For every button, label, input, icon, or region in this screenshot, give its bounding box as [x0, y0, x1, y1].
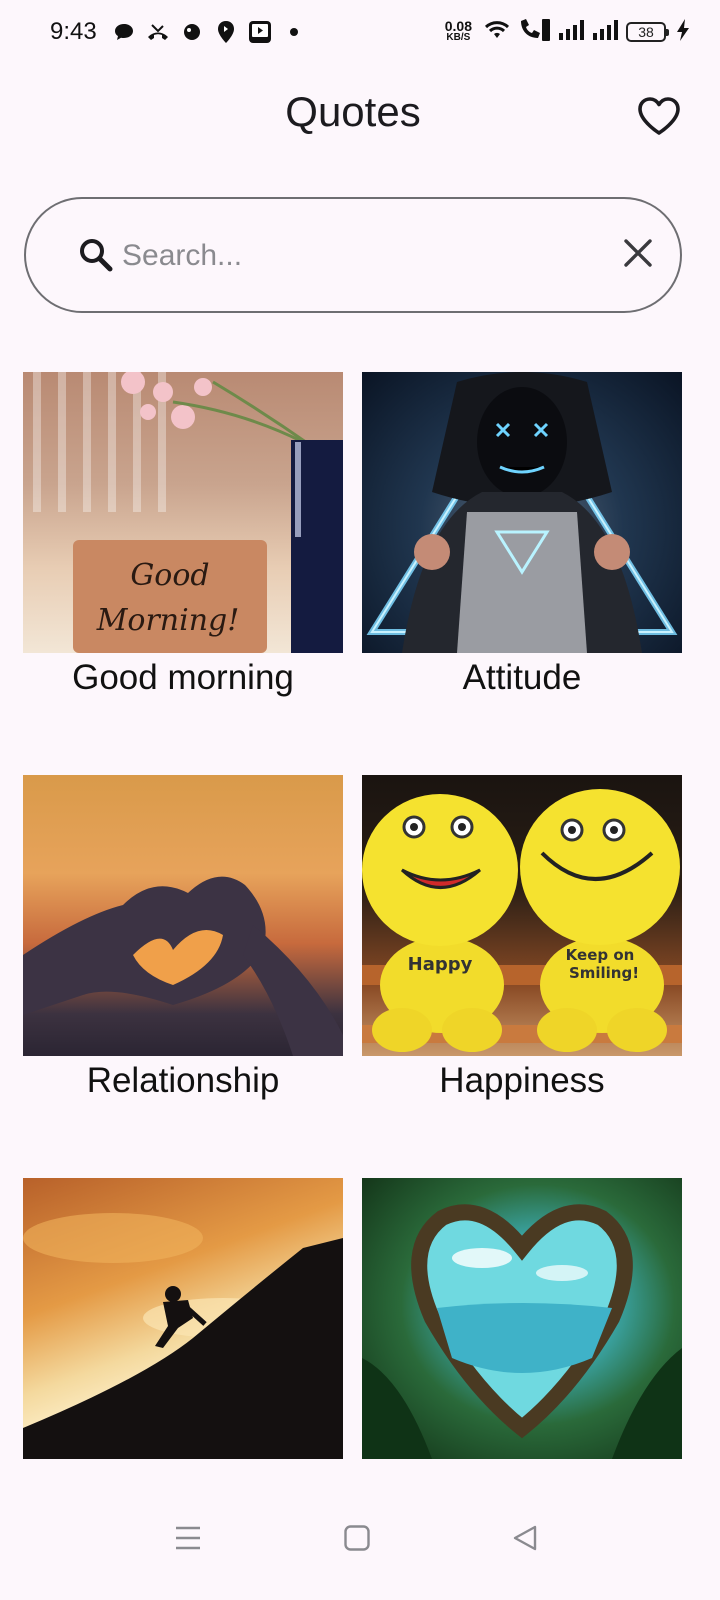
- svg-text:Happy: Happy: [408, 954, 473, 975]
- network-speed-unit: KB/S: [446, 32, 471, 43]
- search-input[interactable]: [120, 229, 604, 283]
- close-icon: [623, 238, 653, 273]
- signal-strength-icon-2: [592, 19, 620, 46]
- category-image-attitude: [362, 372, 682, 653]
- battery-level: 38: [638, 24, 654, 40]
- category-label: Attitude: [462, 658, 582, 697]
- category-label: Happiness: [439, 1061, 605, 1100]
- menu-icon: [173, 1525, 203, 1556]
- home-square-icon: [343, 1524, 371, 1557]
- category-label: Good morning: [72, 658, 294, 697]
- network-speed: 0.08 KB/S: [444, 18, 472, 44]
- app-notification-icon: [180, 20, 204, 44]
- chat-bubble-icon: [112, 20, 136, 44]
- category-tile-happiness[interactable]: Happy Keep on Smiling! Happiness: [362, 775, 682, 1100]
- svg-text:Good: Good: [130, 558, 209, 593]
- dot-icon: [282, 20, 306, 44]
- clear-search-button[interactable]: [616, 233, 660, 277]
- missed-call-icon: [146, 20, 170, 44]
- category-tile-6[interactable]: [362, 1178, 682, 1459]
- wifi-icon: [482, 18, 512, 47]
- charging-bolt-icon: [676, 18, 690, 47]
- category-tile-good-morning[interactable]: Good Morning! Good morning: [23, 372, 343, 697]
- category-image-happiness: Happy Keep on Smiling!: [362, 775, 682, 1056]
- video-player-icon: [248, 20, 272, 44]
- category-tile-attitude[interactable]: Attitude: [362, 372, 682, 697]
- system-navigation-bar: [0, 1482, 720, 1600]
- menu-button[interactable]: [158, 1510, 218, 1570]
- system-indicators: 0.08 KB/S 38: [445, 16, 690, 48]
- heart-outline-icon: [637, 96, 681, 141]
- category-image-climbing: [23, 1178, 343, 1459]
- search-icon[interactable]: [76, 235, 116, 275]
- wifi-calling-icon: [518, 17, 552, 48]
- network-speed-value: 0.08: [444, 18, 472, 34]
- category-image-relationship: [23, 775, 343, 1056]
- location-pin-icon: [214, 20, 238, 44]
- status-time: 9:43: [50, 18, 97, 45]
- search-bar[interactable]: [24, 197, 682, 313]
- notification-icons: [112, 18, 306, 46]
- favorites-button[interactable]: [634, 94, 684, 142]
- category-image-heart-trees: [362, 1178, 682, 1459]
- back-triangle-icon: [511, 1524, 539, 1557]
- status-bar: 9:43 0.08 KB/S 38: [0, 0, 720, 64]
- svg-text:Keep on: Keep on: [566, 946, 635, 964]
- category-tile-5[interactable]: [23, 1178, 343, 1459]
- svg-text:Morning!: Morning!: [96, 603, 240, 638]
- category-image-good-morning: Good Morning!: [23, 372, 343, 653]
- category-tile-relationship[interactable]: Relationship: [23, 775, 343, 1100]
- home-button[interactable]: [327, 1510, 387, 1570]
- category-label: Relationship: [86, 1061, 280, 1100]
- signal-strength-icon-1: [558, 19, 586, 46]
- back-button[interactable]: [495, 1510, 555, 1570]
- battery-icon: 38: [626, 22, 669, 42]
- svg-text:Smiling!: Smiling!: [569, 964, 639, 982]
- page-title: Quotes: [285, 88, 421, 135]
